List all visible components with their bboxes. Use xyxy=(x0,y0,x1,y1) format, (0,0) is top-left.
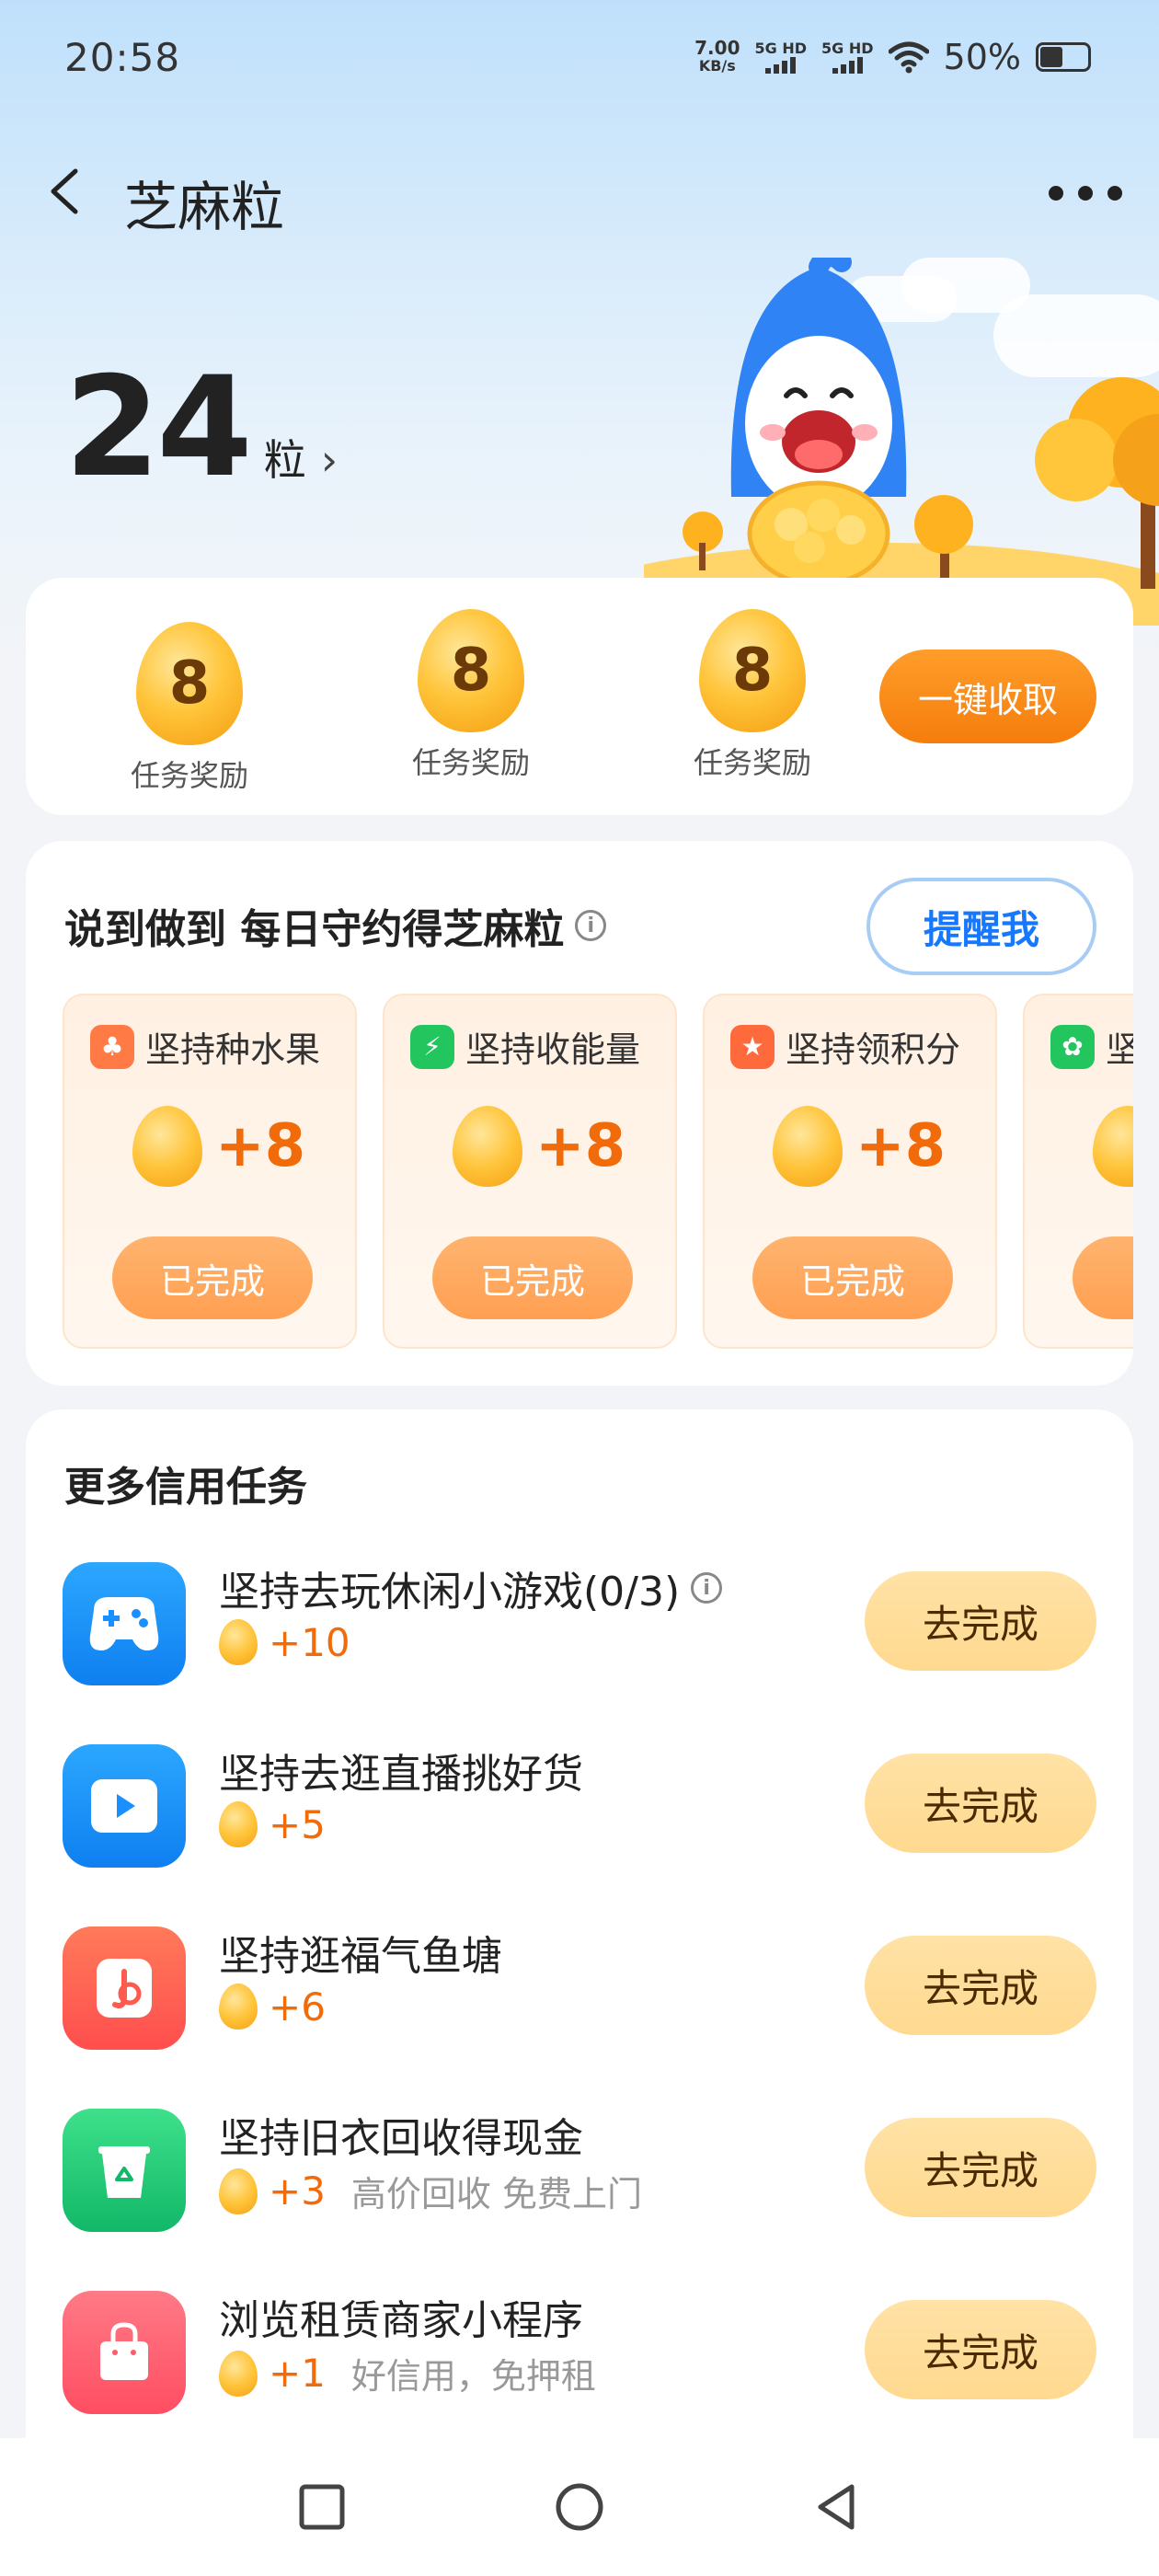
points-icon: ★ xyxy=(730,1024,775,1069)
sesame-egg-icon xyxy=(219,1984,258,2030)
signal-bars-icon xyxy=(755,57,808,74)
list-item: 浏览租赁商家小程序 +1 好信用，免押租 去完成 xyxy=(26,2282,1133,2420)
task-points: +10 xyxy=(269,1619,350,1665)
task-points: +6 xyxy=(269,1984,326,2030)
top-nav: 芝麻粒 xyxy=(0,147,1159,239)
sesame-egg-icon: 8 xyxy=(418,609,524,732)
task-points: +8 xyxy=(535,1112,626,1180)
fruit-tree-icon: ♣ xyxy=(90,1024,134,1069)
reward-label: 任务奖励 xyxy=(130,758,248,793)
sesame-balance[interactable]: 24 粒 › xyxy=(64,359,338,497)
daily-task-card[interactable]: ✿ 坚 +8 已 xyxy=(1023,994,1133,1349)
recycle-icon xyxy=(63,2109,186,2232)
fish-pond-icon xyxy=(63,1926,186,2050)
task-points: +8 xyxy=(855,1112,947,1180)
signal-sim1: 5G HD xyxy=(755,40,808,74)
daily-promise-card: 说到做到 每日守约得芝麻粒 i 提醒我 ♣ 坚持种水果 +8 已完成 ⚡ 坚持收… xyxy=(26,841,1133,1386)
battery-percent: 50% xyxy=(943,37,1021,77)
shopping-bag-icon xyxy=(63,2291,186,2414)
task-title: 浏览租赁商家小程序 xyxy=(219,2297,583,2344)
info-icon[interactable]: i xyxy=(691,1572,723,1604)
home-icon[interactable] xyxy=(552,2479,607,2535)
signal-sim2: 5G HD xyxy=(821,40,874,74)
signal-bars-icon xyxy=(821,57,874,74)
daily-title-text: 说到做到 每日守约得芝麻粒 xyxy=(64,906,565,953)
reward-item[interactable]: 8 任务奖励 xyxy=(670,609,835,782)
daily-task-card[interactable]: ♣ 坚持种水果 +8 已完成 xyxy=(63,994,357,1349)
daily-task-card[interactable]: ★ 坚持领积分 +8 已完成 xyxy=(703,994,997,1349)
balance-value: 24 xyxy=(64,348,253,508)
go-complete-button[interactable]: 去完成 xyxy=(865,1571,1096,1671)
reward-item[interactable]: 8 任务奖励 xyxy=(107,622,272,795)
plant-icon: ✿ xyxy=(1050,1024,1095,1069)
task-name: 坚持领积分 xyxy=(786,1029,961,1070)
completed-button[interactable]: 已完成 xyxy=(112,1236,313,1319)
clock: 20:58 xyxy=(64,35,181,80)
sesame-egg-icon xyxy=(773,1106,843,1187)
task-title: 坚持逛福气鱼塘 xyxy=(219,1933,502,1980)
sesame-egg-icon: 8 xyxy=(136,622,243,745)
collect-all-button[interactable]: 一键收取 xyxy=(879,650,1096,743)
status-bar: 20:58 7.00 KB/s 5G HD 5G HD 50% xyxy=(0,0,1159,129)
list-item: 坚持去玩休闲小游戏(0/3) i +10 去完成 xyxy=(26,1553,1133,1691)
task-title: 坚持去逛直播挑好货 xyxy=(219,1751,583,1798)
reward-item[interactable]: 8 任务奖励 xyxy=(388,609,554,782)
task-description: 好信用，免押租 xyxy=(350,2356,596,2397)
list-item: 坚持去逛直播挑好货 +5 去完成 xyxy=(26,1735,1133,1873)
task-title: 坚持旧衣回收得现金 xyxy=(219,2115,583,2162)
reward-collection-card: 8 任务奖励 8 任务奖励 8 任务奖励 一键收取 xyxy=(26,578,1133,815)
info-icon[interactable]: i xyxy=(575,910,607,941)
task-name: 坚持收能量 xyxy=(465,1029,641,1070)
energy-icon: ⚡ xyxy=(410,1024,454,1069)
network-speed: 7.00 KB/s xyxy=(694,37,740,75)
sesame-egg-icon xyxy=(453,1106,522,1187)
task-points: +8 xyxy=(215,1112,306,1180)
sesame-egg-icon xyxy=(219,1801,258,1847)
balance-unit: 粒 xyxy=(263,435,306,485)
go-complete-button[interactable]: 去完成 xyxy=(865,1936,1096,2035)
system-navigation-bar xyxy=(0,2438,1159,2576)
go-complete-button[interactable]: 去完成 xyxy=(865,2118,1096,2217)
list-item: 坚持逛福气鱼塘 +6 去完成 xyxy=(26,1917,1133,2055)
wifi-icon xyxy=(888,41,929,74)
back-arrow-icon[interactable] xyxy=(40,164,96,219)
completed-button[interactable]: 已完成 xyxy=(752,1236,953,1319)
daily-task-card[interactable]: ⚡ 坚持收能量 +8 已完成 xyxy=(383,994,677,1349)
task-points: +5 xyxy=(269,1801,326,1847)
chevron-right-icon: › xyxy=(320,435,339,485)
remind-me-button[interactable]: 提醒我 xyxy=(866,878,1096,975)
video-play-icon xyxy=(63,1744,186,1868)
reward-label: 任务奖励 xyxy=(411,745,530,780)
sesame-egg-icon xyxy=(219,2168,258,2214)
recent-apps-icon[interactable] xyxy=(294,2479,350,2535)
sesame-egg-icon: 8 xyxy=(699,609,806,732)
sesame-egg-icon xyxy=(219,1619,258,1665)
more-options-icon[interactable] xyxy=(1049,175,1122,212)
game-controller-icon xyxy=(63,1562,186,1685)
section-title: 更多信用任务 xyxy=(64,1464,307,1511)
task-name: 坚持种水果 xyxy=(145,1029,321,1070)
page-title: 芝麻粒 xyxy=(124,176,285,238)
battery-icon xyxy=(1036,42,1091,72)
list-item: 坚持旧衣回收得现金 +3 高价回收 免费上门 去完成 xyxy=(26,2099,1133,2237)
sesame-egg-icon xyxy=(132,1106,202,1187)
sesame-egg-icon xyxy=(219,2350,258,2397)
task-description: 高价回收 免费上门 xyxy=(350,2174,643,2214)
task-points: +1 xyxy=(269,2351,326,2396)
task-title: 坚持去玩休闲小游戏(0/3) i xyxy=(219,1558,723,1617)
completed-button[interactable]: 已 xyxy=(1073,1236,1133,1319)
reward-label: 任务奖励 xyxy=(693,745,811,780)
back-triangle-icon[interactable] xyxy=(809,2479,865,2535)
status-indicators: 7.00 KB/s 5G HD 5G HD 50% xyxy=(694,37,1091,77)
completed-button[interactable]: 已完成 xyxy=(432,1236,633,1319)
go-complete-button[interactable]: 去完成 xyxy=(865,2300,1096,2399)
go-complete-button[interactable]: 去完成 xyxy=(865,1754,1096,1853)
mascot-illustration xyxy=(644,258,1159,626)
sesame-egg-icon xyxy=(1093,1106,1133,1187)
task-points: +3 xyxy=(269,2168,326,2214)
task-name: 坚 xyxy=(1106,1029,1133,1070)
more-credit-tasks-card: 更多信用任务 坚持去玩休闲小游戏(0/3) i +10 去完成 坚持去逛直播挑好… xyxy=(26,1409,1133,2576)
daily-title: 说到做到 每日守约得芝麻粒 i xyxy=(64,896,607,955)
